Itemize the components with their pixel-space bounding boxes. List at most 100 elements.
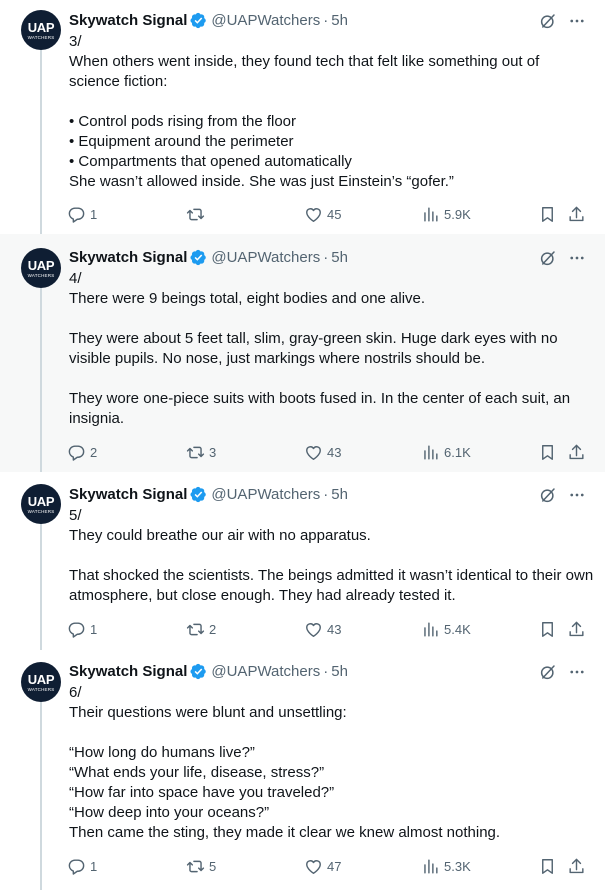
verified-badge-icon[interactable] [190,249,207,266]
views-icon [421,205,440,224]
more-options-icon[interactable] [567,486,587,504]
reply-count: 1 [90,858,98,874]
repost-button[interactable] [186,204,209,224]
grok-icon[interactable] [539,486,557,504]
tweet-body: 6/ Their questions were blunt and unsett… [69,683,594,843]
bookmark-icon [538,205,557,224]
repost-button[interactable]: 2 [186,619,216,639]
like-button[interactable]: 43 [304,442,341,462]
repost-button[interactable]: 3 [186,442,216,462]
views-button[interactable]: 5.9K [421,204,471,224]
avatar[interactable]: UAP WATCHERS [21,248,61,288]
timestamp[interactable]: 5h [331,663,348,680]
more-options-icon[interactable] [567,249,587,267]
author-name[interactable]: Skywatch Signal [69,663,187,680]
verified-badge-icon[interactable] [190,663,207,680]
repost-count: 2 [209,621,217,637]
avatar-subtext: WATCHERS [27,687,55,692]
action-bar: 1 2 43 5.4K [67,619,597,639]
separator: · [323,248,329,266]
more-options-icon[interactable] [567,663,587,681]
views-button[interactable]: 6.1K [421,442,471,462]
separator: · [323,485,329,503]
reply-icon [67,620,86,639]
heart-icon [304,620,323,639]
heart-icon [304,443,323,462]
author-name[interactable]: Skywatch Signal [69,249,187,266]
views-button[interactable]: 5.4K [421,619,471,639]
tweet-header: Skywatch Signal @UAPWatchers · 5h [69,661,348,681]
heart-icon [304,857,323,876]
thread-line [40,288,42,472]
more-options-icon[interactable] [567,12,587,30]
bookmark-icon [538,443,557,462]
share-button[interactable] [567,442,586,462]
bookmark-icon [538,857,557,876]
repost-button[interactable]: 5 [186,856,216,876]
timestamp[interactable]: 5h [331,12,348,29]
reply-button[interactable]: 1 [67,619,97,639]
reply-button[interactable]: 2 [67,442,97,462]
tweet-header: Skywatch Signal @UAPWatchers · 5h [69,484,348,504]
avatar-text: UAP [27,494,55,509]
tweet[interactable]: UAP WATCHERS Skywatch Signal @UAPWatcher… [0,650,605,890]
reply-count: 2 [90,444,98,460]
reply-icon [67,205,86,224]
author-handle[interactable]: @UAPWatchers [211,249,320,266]
verified-badge-icon[interactable] [190,486,207,503]
repost-icon [186,620,205,639]
tweet[interactable]: UAP WATCHERS Skywatch Signal @UAPWatcher… [0,472,605,650]
tweet[interactable]: UAP WATCHERS Skywatch Signal @UAPWatcher… [0,0,605,234]
thread-line [40,702,42,890]
reply-button[interactable]: 1 [67,856,97,876]
timestamp[interactable]: 5h [331,249,348,266]
like-button[interactable]: 43 [304,619,341,639]
action-bar: 2 3 43 6.1K [67,442,597,462]
tweet-body: 5/ They could breathe our air with no ap… [69,506,594,606]
author-handle[interactable]: @UAPWatchers [211,486,320,503]
repost-count: 5 [209,858,217,874]
author-name[interactable]: Skywatch Signal [69,12,187,29]
avatar-subtext: WATCHERS [27,509,55,514]
share-button[interactable] [567,619,586,639]
author-handle[interactable]: @UAPWatchers [211,12,320,29]
grok-icon[interactable] [539,12,557,30]
reply-count: 1 [90,206,98,222]
grok-icon[interactable] [539,663,557,681]
share-button[interactable] [567,204,586,224]
repost-icon [186,857,205,876]
tweet-header: Skywatch Signal @UAPWatchers · 5h [69,10,348,30]
reply-icon [67,857,86,876]
bookmark-button[interactable] [538,204,557,224]
views-button[interactable]: 5.3K [421,856,471,876]
avatar[interactable]: UAP WATCHERS [21,10,61,50]
avatar[interactable]: UAP WATCHERS [21,484,61,524]
repost-icon [186,443,205,462]
timestamp[interactable]: 5h [331,486,348,503]
tweet-body: 3/ When others went inside, they found t… [69,32,594,192]
verified-badge-icon[interactable] [190,12,207,29]
bookmark-button[interactable] [538,619,557,639]
bookmark-button[interactable] [538,442,557,462]
author-handle[interactable]: @UAPWatchers [211,663,320,680]
like-button[interactable]: 45 [304,204,341,224]
repost-icon [186,205,205,224]
reply-button[interactable]: 1 [67,204,97,224]
avatar-text: UAP [27,258,55,273]
avatar-subtext: WATCHERS [27,273,55,278]
action-bar: 1 45 5.9K [67,204,597,224]
tweet-text: 3/ When others went inside, they found t… [69,33,540,190]
avatar[interactable]: UAP WATCHERS [21,662,61,702]
grok-icon[interactable] [539,249,557,267]
bookmark-icon [538,620,557,639]
like-button[interactable]: 47 [304,856,341,876]
bookmark-button[interactable] [538,856,557,876]
share-icon [567,857,586,876]
share-icon [567,620,586,639]
share-button[interactable] [567,856,586,876]
tweet[interactable]: UAP WATCHERS Skywatch Signal @UAPWatcher… [0,234,605,472]
tweet-header: Skywatch Signal @UAPWatchers · 5h [69,247,348,267]
views-icon [421,857,440,876]
views-icon [421,443,440,462]
author-name[interactable]: Skywatch Signal [69,486,187,503]
